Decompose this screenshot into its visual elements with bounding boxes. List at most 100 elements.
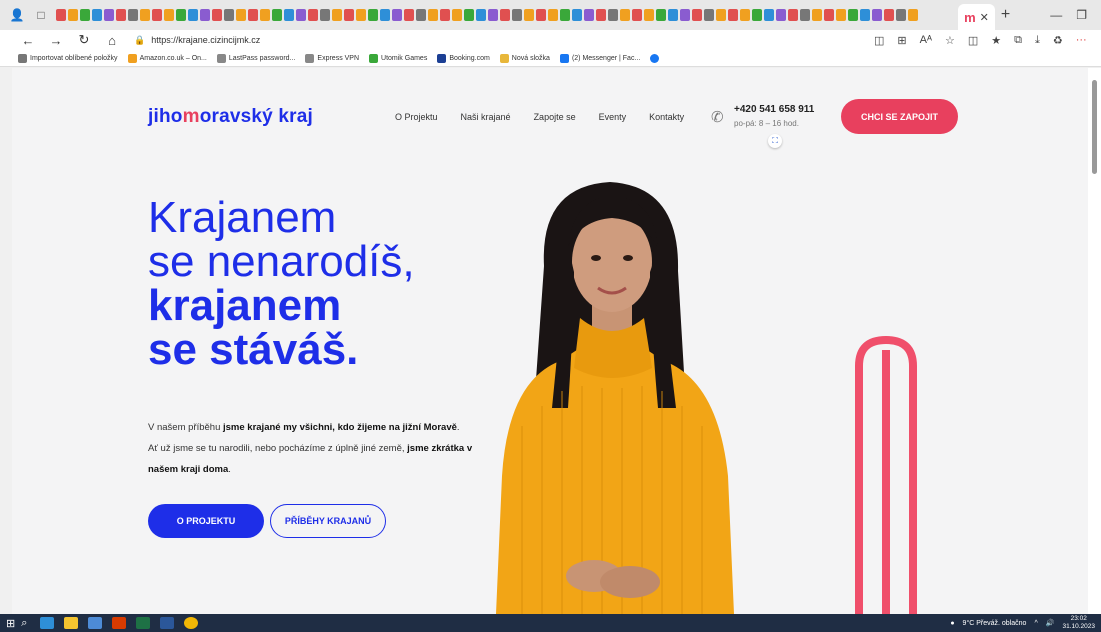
url-field[interactable]: 🔒 https://krajane.cizincijmk.cz bbox=[134, 35, 834, 46]
tab-favicon[interactable] bbox=[92, 9, 102, 21]
tab-favicon[interactable] bbox=[560, 9, 570, 21]
profile-icon[interactable]: 👤 bbox=[8, 6, 26, 24]
immersive-reader-icon[interactable]: ◫ bbox=[874, 34, 884, 47]
phone-number[interactable]: +420 541 658 911 bbox=[734, 104, 814, 115]
tab-favicon[interactable] bbox=[128, 9, 138, 21]
tab-favicon[interactable] bbox=[296, 9, 306, 21]
favorite-item[interactable]: Booking.com bbox=[437, 53, 490, 63]
tab-favicon[interactable] bbox=[512, 9, 522, 21]
tab-favicon[interactable] bbox=[548, 9, 558, 21]
tab-favicon[interactable] bbox=[188, 9, 198, 21]
extensions-icon[interactable]: ♻ bbox=[1053, 34, 1063, 47]
tab-favicon[interactable] bbox=[824, 9, 834, 21]
excel-icon[interactable] bbox=[136, 617, 151, 629]
tab-favicon[interactable] bbox=[284, 9, 294, 21]
tab-favicon[interactable] bbox=[68, 9, 78, 21]
tab-favicon[interactable] bbox=[584, 9, 594, 21]
tab-favicon[interactable] bbox=[260, 9, 270, 21]
tab-favicon[interactable] bbox=[692, 9, 702, 21]
tab-favicon[interactable] bbox=[728, 9, 738, 21]
tab-favicon[interactable] bbox=[680, 9, 690, 21]
weather-widget[interactable]: 9°C Převáž. oblačno bbox=[963, 620, 1027, 627]
tab-favicon[interactable] bbox=[56, 9, 66, 21]
tab-favicon[interactable] bbox=[140, 9, 150, 21]
tab-favicon[interactable] bbox=[704, 9, 714, 21]
stories-button[interactable]: PŘÍBĚHY KRAJANŮ bbox=[270, 504, 386, 538]
edge-taskbar-icon[interactable] bbox=[40, 617, 55, 629]
page-scrollbar[interactable] bbox=[1088, 68, 1101, 614]
apps-icon[interactable]: ⊞ bbox=[897, 34, 906, 47]
tab-favicon[interactable] bbox=[596, 9, 606, 21]
tab-favicon[interactable] bbox=[896, 9, 906, 21]
tab-favicon[interactable] bbox=[80, 9, 90, 21]
tab-favicon[interactable] bbox=[668, 9, 678, 21]
tab-favicon[interactable] bbox=[452, 9, 462, 21]
favorite-star-icon[interactable]: ☆ bbox=[945, 34, 955, 47]
new-tab-button[interactable]: + bbox=[1001, 6, 1010, 24]
tab-favicon[interactable] bbox=[884, 9, 894, 21]
tab-favicon[interactable] bbox=[380, 9, 390, 21]
chrome-icon[interactable] bbox=[184, 617, 199, 629]
tab-favicon[interactable] bbox=[356, 9, 366, 21]
tab-favicon[interactable] bbox=[908, 9, 918, 21]
tab-favicon[interactable] bbox=[248, 9, 258, 21]
home-icon[interactable]: ⌂ bbox=[98, 33, 126, 48]
restore-icon[interactable]: ❐ bbox=[1076, 8, 1087, 22]
tab-favicon[interactable] bbox=[428, 9, 438, 21]
more-menu-icon[interactable]: ··· bbox=[1076, 34, 1087, 47]
nav-kontakty[interactable]: Kontakty bbox=[649, 112, 684, 122]
tab-favicon[interactable] bbox=[104, 9, 114, 21]
tab-favicon[interactable] bbox=[800, 9, 810, 21]
tab-favicon[interactable] bbox=[716, 9, 726, 21]
favorite-item[interactable]: Amazon.co.uk – On... bbox=[127, 53, 207, 63]
tab-favicon[interactable] bbox=[752, 9, 762, 21]
nav-eventy[interactable]: Eventy bbox=[599, 112, 627, 122]
tab-favicon[interactable] bbox=[404, 9, 414, 21]
office-icon[interactable] bbox=[112, 617, 127, 629]
forward-icon[interactable]: → bbox=[42, 33, 70, 48]
tab-favicon[interactable] bbox=[152, 9, 162, 21]
join-button[interactable]: CHCI SE ZAPOJIT bbox=[841, 99, 958, 134]
tab-favicon[interactable] bbox=[632, 9, 642, 21]
refresh-icon[interactable]: ↻ bbox=[70, 32, 98, 48]
tab-favicon[interactable] bbox=[608, 9, 618, 21]
tab-favicon[interactable] bbox=[524, 9, 534, 21]
favorite-item[interactable]: (2) Messenger | Fac... bbox=[559, 53, 640, 63]
tab-favicon[interactable] bbox=[776, 9, 786, 21]
tab-favicon[interactable] bbox=[200, 9, 210, 21]
tab-favicon[interactable] bbox=[536, 9, 546, 21]
download-icon[interactable]: ⤓ bbox=[1035, 34, 1040, 47]
start-icon[interactable]: ⊞ bbox=[6, 617, 15, 630]
scrollbar-thumb[interactable] bbox=[1092, 80, 1097, 174]
nav-zapojte-se[interactable]: Zapojte se bbox=[534, 112, 576, 122]
split-screen-icon[interactable]: ◫ bbox=[968, 34, 978, 47]
tab-favicon[interactable] bbox=[656, 9, 666, 21]
favorite-item[interactable]: Express VPN bbox=[305, 53, 359, 63]
store-icon[interactable] bbox=[88, 617, 103, 629]
tab-favicon[interactable] bbox=[788, 9, 798, 21]
tab-favicon[interactable] bbox=[848, 9, 858, 21]
lock-icon[interactable]: 🔒 bbox=[134, 35, 145, 46]
tab-favicon[interactable] bbox=[572, 9, 582, 21]
nav-nasi-krajane[interactable]: Naši krajané bbox=[461, 112, 511, 122]
active-tab[interactable]: m ✕ bbox=[958, 4, 995, 30]
network-globe-icon[interactable]: ● bbox=[950, 620, 954, 627]
about-project-button[interactable]: O PROJEKTU bbox=[148, 504, 264, 538]
tab-favicon[interactable] bbox=[488, 9, 498, 21]
screen-capture-icon[interactable]: ⛶ bbox=[768, 134, 782, 148]
tab-favicon[interactable] bbox=[176, 9, 186, 21]
tab-favicon[interactable] bbox=[740, 9, 750, 21]
tab-favicon[interactable] bbox=[212, 9, 222, 21]
tab-favicon[interactable] bbox=[308, 9, 318, 21]
tab-favicon[interactable] bbox=[860, 9, 870, 21]
favorite-item[interactable]: Utomik Games bbox=[369, 53, 427, 63]
tab-favicon[interactable] bbox=[812, 9, 822, 21]
collections-icon[interactable]: ⧉ bbox=[1014, 34, 1022, 47]
tab-favicon[interactable] bbox=[416, 9, 426, 21]
site-logo[interactable]: jihomoravský kraj bbox=[148, 106, 313, 128]
tab-favicon[interactable] bbox=[464, 9, 474, 21]
tab-favicon[interactable] bbox=[644, 9, 654, 21]
tab-favicon[interactable] bbox=[224, 9, 234, 21]
tab-favicon[interactable] bbox=[872, 9, 882, 21]
tab-favicon[interactable] bbox=[164, 9, 174, 21]
